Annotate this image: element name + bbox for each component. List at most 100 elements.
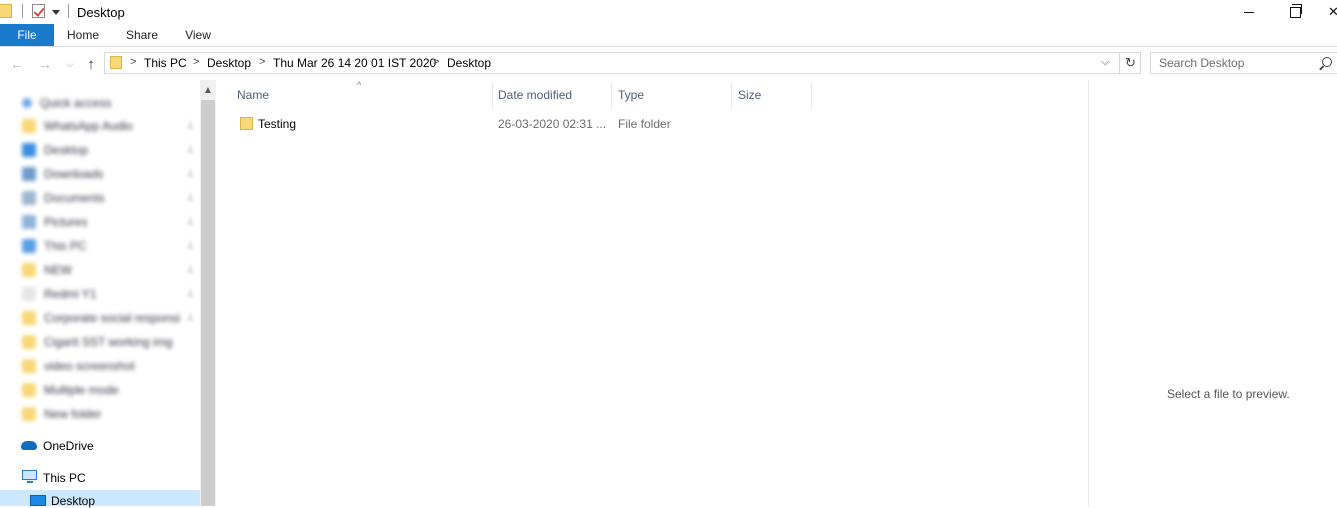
- column-divider[interactable]: [731, 82, 732, 108]
- breadcrumb-folder[interactable]: Thu Mar 26 14 20 01 IST 2020: [273, 56, 436, 70]
- sidebar-item-label: Desktop: [44, 143, 89, 157]
- preview-pane: [1088, 80, 1337, 506]
- file-type: File folder: [618, 117, 671, 131]
- sidebar-item-pictures[interactable]: Pictures: [22, 214, 87, 230]
- pictures-icon: [22, 215, 36, 229]
- recent-locations-button[interactable]: ⌵: [62, 56, 78, 72]
- scrollbar-thumb[interactable]: [201, 100, 215, 506]
- tab-share[interactable]: Share: [116, 24, 168, 46]
- desktop-icon: [22, 143, 36, 157]
- sidebar-item-this-pc[interactable]: This PC: [22, 238, 87, 254]
- sidebar-item-new-folder[interactable]: New folder: [22, 406, 101, 422]
- sidebar-item-cigarit[interactable]: Cigarit SST working img: [22, 334, 172, 350]
- file-date-modified: 26-03-2020 02:31 ...: [498, 117, 607, 131]
- file-name[interactable]: Testing: [258, 117, 296, 131]
- documents-icon: [22, 191, 36, 205]
- phone-icon: [22, 287, 36, 301]
- up-arrow-icon: ↑: [87, 55, 95, 73]
- sidebar-item-whatsapp-audio[interactable]: WhatsApp Audio: [22, 118, 133, 134]
- pin-icon: ⊥: [186, 288, 195, 299]
- file-list: [216, 80, 1088, 506]
- sidebar-item-video-screenshot[interactable]: video screenshot: [22, 358, 135, 374]
- folder-icon: [22, 311, 36, 325]
- breadcrumb-desktop[interactable]: Desktop: [207, 56, 251, 70]
- minimize-icon: [1244, 11, 1254, 13]
- column-divider[interactable]: [811, 82, 812, 108]
- sidebar-item-label: This PC: [44, 239, 87, 253]
- sidebar-item-label: Quick access: [40, 96, 112, 110]
- sidebar-item-label: Corporate social responsi: [44, 311, 181, 325]
- sidebar-item-desktop[interactable]: Desktop: [22, 142, 88, 158]
- properties-icon[interactable]: [32, 4, 45, 18]
- chevron-right-icon[interactable]: >: [130, 56, 136, 68]
- sidebar-item-multiple-mode[interactable]: Multiple mode: [22, 382, 119, 398]
- folder-icon: [110, 56, 122, 69]
- back-button[interactable]: ←: [9, 56, 25, 72]
- column-header-type[interactable]: Type: [618, 88, 644, 102]
- cloud-icon: [21, 441, 37, 450]
- sidebar-item-label: Documents: [44, 191, 105, 205]
- up-button[interactable]: ↑: [83, 55, 99, 73]
- folder-icon: [22, 119, 36, 133]
- refresh-icon: ↻: [1125, 55, 1136, 70]
- preview-message: Select a file to preview.: [1167, 387, 1290, 401]
- customize-quick-access-dropdown-icon[interactable]: [52, 10, 60, 15]
- pin-icon: ⊥: [186, 168, 195, 179]
- chevron-right-icon[interactable]: >: [433, 56, 439, 68]
- address-dropdown-button[interactable]: ⌵: [1101, 56, 1109, 69]
- search-input[interactable]: [1151, 53, 1316, 73]
- sidebar-item-onedrive[interactable]: OneDrive: [43, 439, 94, 453]
- star-icon: [22, 98, 32, 108]
- close-button[interactable]: ✕: [1318, 0, 1337, 24]
- sidebar-item-downloads[interactable]: Downloads: [22, 166, 103, 182]
- sidebar-item-new[interactable]: NEW: [22, 262, 72, 278]
- chevron-right-icon[interactable]: >: [259, 56, 265, 68]
- pin-icon: ⊥: [186, 216, 195, 227]
- column-header-size[interactable]: Size: [738, 88, 761, 102]
- scroll-up-button[interactable]: ▲: [200, 82, 216, 98]
- title-separator: [68, 4, 69, 18]
- folder-icon: [22, 263, 36, 277]
- breadcrumb-this-pc[interactable]: This PC: [144, 56, 187, 70]
- downloads-icon: [22, 167, 36, 181]
- folder-icon: [22, 407, 36, 421]
- sidebar-item-label: video screenshot: [44, 359, 135, 373]
- search-box[interactable]: [1150, 52, 1337, 74]
- close-icon: ✕: [1328, 4, 1337, 19]
- column-header-date-modified[interactable]: Date modified: [498, 88, 572, 102]
- pin-icon: ⊥: [186, 312, 195, 323]
- refresh-button[interactable]: ↻: [1119, 52, 1141, 74]
- column-divider[interactable]: [611, 82, 612, 108]
- sidebar-item-label: WhatsApp Audio: [44, 119, 133, 133]
- sidebar-item-label: Cigarit SST working img: [44, 335, 173, 349]
- sidebar-item-corporate[interactable]: Corporate social responsi: [22, 310, 180, 326]
- folder-icon: [0, 4, 12, 18]
- sidebar-item-label: Redmi Y1: [44, 287, 97, 301]
- forward-button[interactable]: →: [37, 56, 53, 72]
- tab-view[interactable]: View: [176, 24, 220, 46]
- sidebar-item-documents[interactable]: Documents: [22, 190, 105, 206]
- search-icon[interactable]: [1322, 57, 1332, 67]
- chevron-down-icon: ⌵: [1101, 56, 1110, 68]
- computer-icon: [22, 470, 37, 483]
- column-divider[interactable]: [492, 82, 493, 108]
- restore-icon: [1289, 3, 1302, 18]
- desktop-icon: [30, 495, 46, 506]
- pin-icon: ⊥: [186, 120, 195, 131]
- minimize-button[interactable]: [1226, 0, 1272, 24]
- sidebar-item-label: Downloads: [44, 167, 104, 181]
- chevron-down-icon: ⌵: [66, 58, 74, 69]
- restore-button[interactable]: [1272, 0, 1318, 24]
- sidebar-item-label: NEW: [44, 263, 72, 277]
- chevron-right-icon[interactable]: >: [193, 56, 199, 68]
- tab-home[interactable]: Home: [58, 24, 108, 46]
- forward-arrow-icon: →: [38, 56, 52, 72]
- folder-icon: [22, 335, 36, 349]
- folder-icon: [22, 359, 36, 373]
- sidebar-item-quick-access[interactable]: Quick access: [22, 95, 111, 111]
- breadcrumb-current[interactable]: Desktop: [447, 56, 491, 70]
- sidebar-item-redmi[interactable]: Redmi Y1: [22, 286, 96, 302]
- tab-file[interactable]: File: [0, 24, 54, 46]
- sidebar-item-this-pc-tree[interactable]: This PC: [43, 471, 86, 485]
- column-header-name[interactable]: Name: [237, 88, 269, 102]
